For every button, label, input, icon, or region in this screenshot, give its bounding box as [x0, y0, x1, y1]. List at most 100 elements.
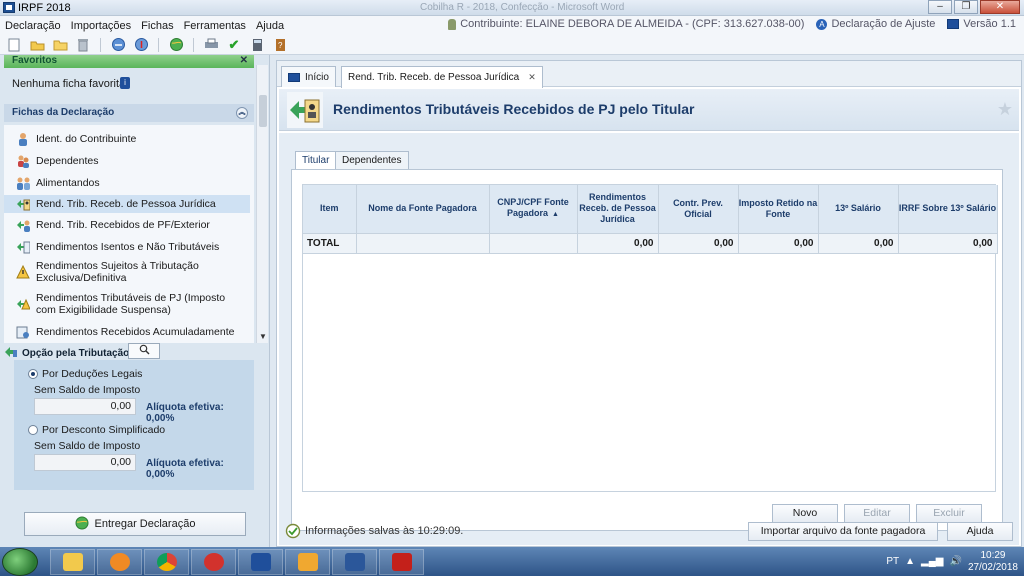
- collapse-favoritos-icon[interactable]: ✕: [240, 55, 248, 67]
- status-row: Informações salvas às 10:29:09. Importar…: [277, 519, 1021, 545]
- ficha-rend-exclusiva[interactable]: Rendimentos Sujeitos à Tributação Exclus…: [4, 259, 250, 285]
- fichas-header[interactable]: Fichas da Declaração ︽: [4, 104, 254, 122]
- ficha-rend-exigibilidade-suspensa[interactable]: Rendimentos Tributáveis de PJ (Imposto c…: [4, 291, 250, 317]
- tray-arrow-icon[interactable]: ▲: [905, 556, 915, 567]
- print-icon[interactable]: [203, 37, 219, 53]
- taskbar-outlook[interactable]: [285, 548, 330, 575]
- warning-icon: [16, 264, 30, 279]
- taskbar-pdf[interactable]: [379, 548, 424, 575]
- col-contr-prev[interactable]: Contr. Prev. Oficial: [658, 185, 739, 234]
- versao-info[interactable]: Versão 1.1: [947, 18, 1016, 30]
- ficha-ident-contribuinte[interactable]: Ident. do Contribuinte: [4, 131, 250, 147]
- toolbar-separator: [193, 37, 194, 52]
- declaracao-tipo[interactable]: A Declaração de Ajuste: [816, 18, 935, 30]
- menu-declaracao[interactable]: Declaração: [0, 20, 66, 32]
- collapse-up-icon[interactable]: ︽: [236, 107, 248, 119]
- saved-check-icon: [285, 523, 301, 539]
- menu-importacoes[interactable]: Importações: [66, 20, 137, 32]
- versao-label: Versão 1.1: [963, 18, 1016, 30]
- tab-inicio[interactable]: Início: [281, 66, 336, 87]
- col-cnpj-cpf[interactable]: CNPJ/CPF Fonte Pagadora ▲: [489, 185, 578, 234]
- total-13-salario: 0,00: [818, 233, 899, 254]
- menu-ferramentas[interactable]: Ferramentas: [179, 20, 251, 32]
- taskbar-app-red[interactable]: [191, 548, 236, 575]
- col-irrf-13[interactable]: IRRF Sobre 13º Salário: [898, 185, 998, 234]
- taskbar-irpf[interactable]: [238, 548, 283, 575]
- favoritos-header[interactable]: Favoritos ✕: [4, 55, 254, 68]
- minimize-button[interactable]: –: [928, 0, 952, 14]
- total-imposto-retido: 0,00: [738, 233, 819, 254]
- left-panel: Favoritos ✕ Nenhuma ficha favorita i Fic…: [0, 55, 270, 547]
- help-book-icon[interactable]: ?: [272, 37, 288, 53]
- importar-button[interactable]: Importar arquivo da fonte pagadora: [748, 522, 938, 541]
- restore-button[interactable]: ❐: [954, 0, 978, 14]
- radio-desconto-simplificado[interactable]: Por Desconto Simplificado: [28, 424, 165, 436]
- radio-circle[interactable]: [28, 369, 38, 379]
- taskbar: PT ▲ ▂▄▆ 🔊 10:29 27/02/2018: [0, 547, 1024, 576]
- ficha-dependentes[interactable]: Dependentes: [4, 153, 250, 169]
- ficha-rend-acumuladamente[interactable]: Rendimentos Recebidos Acumuladamente: [4, 323, 250, 341]
- ficha-rend-isentos[interactable]: Rendimentos Isentos e Não Tributáveis: [4, 239, 250, 255]
- irpf-taskbar-icon: [250, 552, 271, 571]
- close-tab-icon[interactable]: ✕: [528, 72, 536, 83]
- language-indicator[interactable]: PT: [886, 556, 899, 567]
- ficha-label: Rend. Trib. Recebidos de PF/Exterior: [36, 219, 210, 231]
- network-icon[interactable]: ▂▄▆: [921, 556, 943, 567]
- contribuinte-info[interactable]: Contribuinte: ELAINE DEBORA DE ALMEIDA -…: [448, 18, 804, 30]
- search-button[interactable]: [128, 343, 160, 359]
- radio-circle[interactable]: [28, 425, 38, 435]
- fichas-scrollbar[interactable]: ▼: [256, 65, 268, 343]
- taskbar-media-player[interactable]: [97, 548, 142, 575]
- taskbar-word[interactable]: [332, 548, 377, 575]
- radio-label: Por Deduções Legais: [42, 368, 143, 380]
- menu-ajuda[interactable]: Ajuda: [251, 20, 289, 32]
- folder-icon[interactable]: [52, 37, 68, 53]
- trash-icon[interactable]: [75, 37, 91, 53]
- opcoes-box: Por Deduções Legais Sem Saldo de Imposto…: [14, 360, 254, 490]
- alimentandos-icon: [16, 176, 30, 190]
- entregar-declaracao-button[interactable]: Entregar Declaração: [24, 512, 246, 536]
- radio-deducoes-legais[interactable]: Por Deduções Legais: [28, 368, 142, 380]
- taskbar-explorer[interactable]: [50, 548, 95, 575]
- col-item[interactable]: Item: [303, 185, 357, 234]
- menu-bar: Declaração Importações Fichas Ferramenta…: [0, 16, 1024, 35]
- ajuda-button[interactable]: Ajuda: [947, 522, 1013, 541]
- receive-icon[interactable]: [133, 37, 149, 53]
- col-imposto-retido[interactable]: Imposto Retido na Fonte: [738, 185, 819, 234]
- taskbar-chrome[interactable]: [144, 548, 189, 575]
- scroll-down-icon[interactable]: ▼: [258, 332, 268, 342]
- subtab-titular[interactable]: Titular: [295, 151, 337, 170]
- tab-rend-trib-pj[interactable]: Rend. Trib. Receb. de Pessoa Jurídica ✕: [341, 66, 543, 88]
- col-nome-fonte[interactable]: Nome da Fonte Pagadora: [356, 185, 490, 234]
- ficha-rend-trib-pj[interactable]: Rend. Trib. Receb. de Pessoa Jurídica: [4, 195, 250, 213]
- globe-icon[interactable]: [168, 37, 184, 53]
- volume-icon[interactable]: 🔊: [949, 556, 961, 567]
- col-13-salario[interactable]: 13º Salário: [818, 185, 899, 234]
- monitor-icon: [288, 72, 300, 82]
- content-area: Titular Dependentes Item Nome da Fonte P…: [279, 133, 1019, 545]
- sort-asc-icon: ▲: [552, 211, 559, 219]
- sem-saldo-label-1: Sem Saldo de Imposto: [34, 384, 141, 396]
- start-button[interactable]: [2, 547, 38, 576]
- calculator-icon[interactable]: [249, 37, 265, 53]
- sem-saldo-label-2: Sem Saldo de Imposto: [34, 440, 141, 452]
- ficha-alimentandos[interactable]: Alimentandos: [4, 175, 250, 191]
- clock[interactable]: 10:29 27/02/2018: [968, 550, 1018, 574]
- transmit-icon[interactable]: [110, 37, 126, 53]
- ficha-label: Rendimentos Tributáveis de PJ (Imposto c…: [36, 292, 226, 316]
- scrollbar-thumb[interactable]: [259, 95, 267, 127]
- check-icon[interactable]: ✔: [226, 37, 242, 53]
- open-folder-icon[interactable]: [29, 37, 45, 53]
- entregar-label: Entregar Declaração: [94, 518, 196, 530]
- svg-text:?: ?: [278, 41, 283, 50]
- opcao-icon: [4, 346, 18, 361]
- ficha-rend-trib-pf[interactable]: Rend. Trib. Recebidos de PF/Exterior: [4, 217, 250, 233]
- menu-fichas[interactable]: Fichas: [136, 20, 178, 32]
- info-icon[interactable]: i: [120, 77, 130, 89]
- favorite-star-icon[interactable]: ★: [997, 99, 1013, 120]
- saldo-field-2: 0,00: [34, 454, 136, 471]
- close-button[interactable]: ✕: [980, 0, 1020, 14]
- subtab-dependentes[interactable]: Dependentes: [335, 151, 409, 169]
- col-rendimentos[interactable]: Rendimentos Receb. de Pessoa Jurídica: [577, 185, 659, 234]
- new-file-icon[interactable]: [6, 37, 22, 53]
